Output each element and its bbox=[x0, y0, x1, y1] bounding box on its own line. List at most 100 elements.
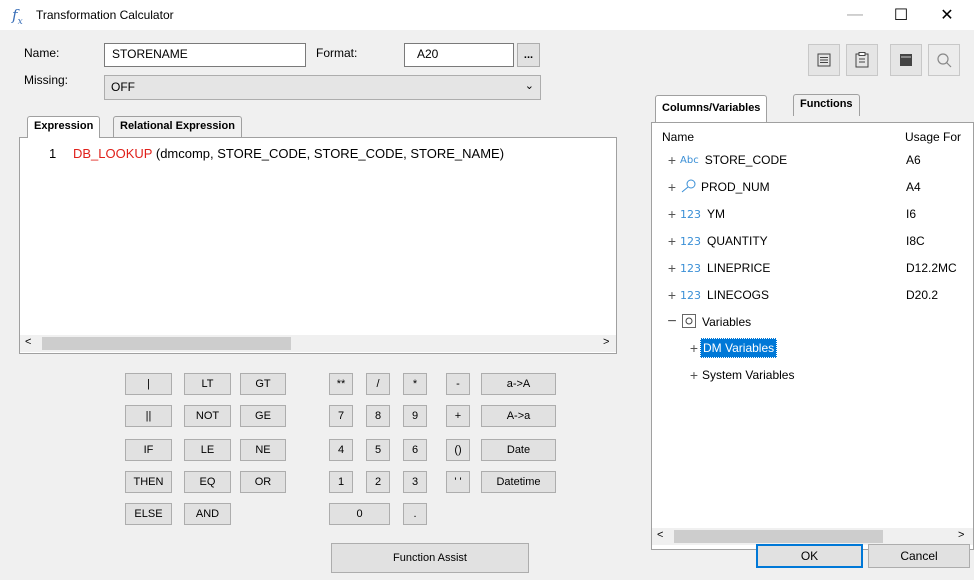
calc-button-decimal[interactable]: . bbox=[403, 503, 427, 525]
calc-button-and[interactable]: AND bbox=[184, 503, 231, 525]
scroll-left-icon[interactable]: < bbox=[25, 336, 31, 348]
list-view-button[interactable] bbox=[808, 44, 840, 76]
tree-row[interactable]: + Abc STORE_CODE A6 bbox=[666, 149, 966, 171]
clipboard-button[interactable] bbox=[846, 44, 878, 76]
calc-button-ne[interactable]: NE bbox=[240, 439, 286, 461]
tree-row-variables[interactable]: − Variables bbox=[666, 311, 966, 333]
tree-row-name: LINECOGS bbox=[707, 288, 770, 302]
calc-button-minus[interactable]: - bbox=[446, 373, 470, 395]
scroll-left-icon[interactable]: < bbox=[657, 529, 663, 541]
calc-button-5[interactable]: 5 bbox=[366, 439, 390, 461]
calc-button-else[interactable]: ELSE bbox=[125, 503, 172, 525]
calc-button-concat[interactable]: || bbox=[125, 405, 172, 427]
tree-row-usage: D20.2 bbox=[906, 288, 939, 302]
columns-tree[interactable]: Name Usage For + Abc STORE_CODE A6 + PRO… bbox=[651, 122, 974, 550]
calc-button-or[interactable]: OR bbox=[240, 471, 286, 493]
calc-button-plus[interactable]: + bbox=[446, 405, 470, 427]
column-header-name: Name bbox=[662, 130, 695, 144]
calc-button-lt[interactable]: LT bbox=[184, 373, 231, 395]
expression-editor[interactable]: 1 DB_LOOKUP (dmcomp, STORE_CODE, STORE_C… bbox=[19, 137, 617, 354]
format-label: Format: bbox=[316, 46, 358, 60]
expand-icon[interactable]: + bbox=[666, 179, 678, 195]
tree-row-usage: D12.2MC bbox=[906, 261, 957, 275]
calc-button-then[interactable]: THEN bbox=[125, 471, 172, 493]
tab-columns-variables[interactable]: Columns/Variables bbox=[655, 95, 768, 122]
tree-horizontal-scrollbar[interactable]: < > bbox=[652, 528, 973, 545]
scrollbar-thumb[interactable] bbox=[42, 337, 291, 350]
calc-button-gt[interactable]: GT bbox=[240, 373, 286, 395]
calc-button-le[interactable]: LE bbox=[184, 439, 231, 461]
tree-row[interactable]: + 123 YM I6 bbox=[666, 203, 966, 225]
scroll-right-icon[interactable]: > bbox=[603, 336, 609, 348]
calc-button-date[interactable]: Date bbox=[481, 439, 556, 461]
expand-icon[interactable]: + bbox=[666, 260, 678, 276]
tab-relational-expression[interactable]: Relational Expression bbox=[113, 116, 242, 137]
maximize-button[interactable]: ☐ bbox=[878, 0, 924, 30]
tab-functions[interactable]: Functions bbox=[793, 94, 860, 116]
function-assist-button[interactable]: Function Assist bbox=[331, 543, 529, 573]
numeric-icon: 123 bbox=[680, 261, 701, 275]
calc-button-3[interactable]: 3 bbox=[403, 471, 427, 493]
scrollbar-thumb[interactable] bbox=[674, 530, 883, 543]
numeric-icon: 123 bbox=[680, 288, 701, 302]
format-input[interactable]: A20 bbox=[404, 43, 514, 67]
calc-button-not[interactable]: NOT bbox=[184, 405, 231, 427]
tree-row-usage: I8C bbox=[906, 234, 925, 248]
search-icon bbox=[937, 53, 952, 68]
collapse-icon[interactable]: − bbox=[666, 313, 678, 331]
tree-row-system-variables[interactable]: + System Variables bbox=[688, 364, 795, 386]
tree-row-dm-variables[interactable]: + DM Variables bbox=[688, 337, 778, 359]
scroll-right-icon[interactable]: > bbox=[958, 529, 964, 541]
calc-button-or-bar[interactable]: | bbox=[125, 373, 172, 395]
calc-button-quotes[interactable]: ' ' bbox=[446, 471, 470, 493]
expand-icon[interactable]: + bbox=[688, 340, 700, 356]
calc-button-9[interactable]: 9 bbox=[403, 405, 427, 427]
calc-button-0[interactable]: 0 bbox=[329, 503, 390, 525]
expand-icon[interactable]: + bbox=[666, 152, 678, 168]
function-args: (dmcomp, STORE_CODE, STORE_CODE, STORE_N… bbox=[152, 146, 505, 161]
ok-button[interactable]: OK bbox=[756, 544, 863, 568]
format-browse-button[interactable]: ... bbox=[517, 43, 540, 67]
tree-row-name: YM bbox=[707, 207, 725, 221]
tree-row[interactable]: + PROD_NUM A4 bbox=[666, 176, 966, 198]
expression-text: DB_LOOKUP (dmcomp, STORE_CODE, STORE_COD… bbox=[73, 146, 504, 161]
tree-row[interactable]: + 123 QUANTITY I8C bbox=[666, 230, 966, 252]
calc-button-8[interactable]: 8 bbox=[366, 405, 390, 427]
calc-button-2[interactable]: 2 bbox=[366, 471, 390, 493]
close-button[interactable]: ✕ bbox=[924, 0, 970, 30]
calc-button-4[interactable]: 4 bbox=[329, 439, 353, 461]
panel-button[interactable] bbox=[890, 44, 922, 76]
expand-icon[interactable]: + bbox=[666, 233, 678, 249]
tree-row[interactable]: + 123 LINECOGS D20.2 bbox=[666, 284, 966, 306]
calc-button-upper-to-lower[interactable]: A->a bbox=[481, 405, 556, 427]
calc-button-7[interactable]: 7 bbox=[329, 405, 353, 427]
missing-value: OFF bbox=[111, 80, 135, 94]
tree-row[interactable]: + 123 LINEPRICE D12.2MC bbox=[666, 257, 966, 279]
window-title: Transformation Calculator bbox=[36, 8, 174, 22]
calc-button-power[interactable]: ** bbox=[329, 373, 353, 395]
calc-button-6[interactable]: 6 bbox=[403, 439, 427, 461]
expand-icon[interactable]: + bbox=[688, 367, 700, 383]
horizontal-scrollbar[interactable]: < > bbox=[20, 335, 616, 352]
cancel-button[interactable]: Cancel bbox=[868, 544, 970, 568]
expand-icon[interactable]: + bbox=[666, 206, 678, 222]
calc-button-lower-to-upper[interactable]: a->A bbox=[481, 373, 556, 395]
calc-button-multiply[interactable]: * bbox=[403, 373, 427, 395]
name-input[interactable]: STORENAME bbox=[104, 43, 306, 67]
list-icon bbox=[817, 53, 831, 67]
calc-button-parens[interactable]: () bbox=[446, 439, 470, 461]
expand-icon[interactable]: + bbox=[666, 287, 678, 303]
calc-button-eq[interactable]: EQ bbox=[184, 471, 231, 493]
tree-row-usage: A6 bbox=[906, 153, 921, 167]
missing-select[interactable]: OFF ⌄ bbox=[104, 75, 541, 100]
calc-button-1[interactable]: 1 bbox=[329, 471, 353, 493]
calc-button-datetime[interactable]: Datetime bbox=[481, 471, 556, 493]
minimize-button[interactable]: — bbox=[832, 0, 878, 30]
search-button[interactable] bbox=[928, 44, 960, 76]
tree-row-name: Variables bbox=[702, 315, 752, 329]
tab-expression[interactable]: Expression bbox=[27, 116, 101, 138]
fx-icon: fx bbox=[12, 6, 23, 27]
calc-button-ge[interactable]: GE bbox=[240, 405, 286, 427]
calc-button-divide[interactable]: / bbox=[366, 373, 390, 395]
calc-button-if[interactable]: IF bbox=[125, 439, 172, 461]
